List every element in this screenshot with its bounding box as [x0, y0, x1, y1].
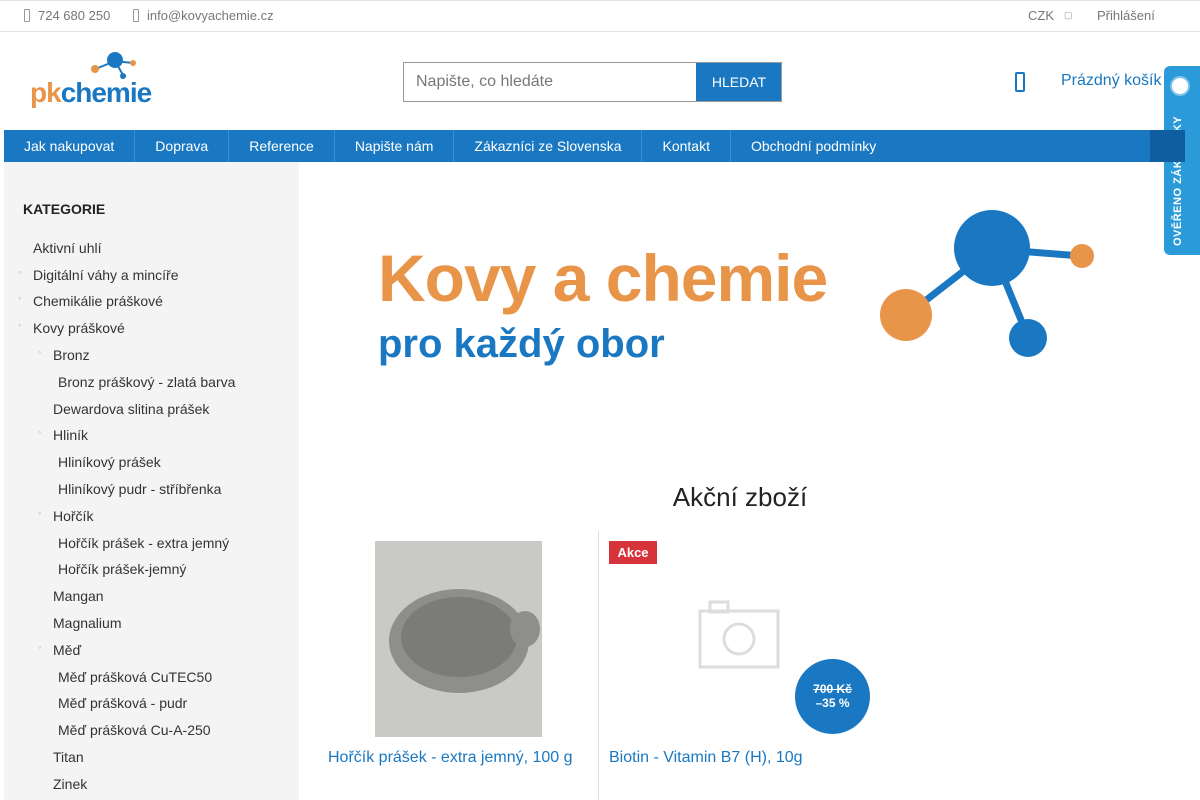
sidebar-item-med[interactable]: ◦ Měď [38, 642, 81, 658]
banner-headline: Kovy a chemie [378, 241, 828, 315]
camera-placeholder-icon[interactable] [698, 599, 780, 669]
sidebar-item-zinek[interactable]: Zinek [53, 776, 87, 792]
sidebar-item-chemikalie[interactable]: ◦ Chemikálie práškové [18, 293, 163, 309]
discount-percent: –35 % [815, 696, 850, 710]
sidebar-item-horcik[interactable]: ◦ Hořčík [38, 508, 93, 524]
sidebar-item-aktivni-uhli[interactable]: Aktivní uhlí [33, 240, 101, 256]
login-link[interactable]: Přihlášení [1097, 8, 1155, 23]
sidebar-item-med-cu-a-250[interactable]: Měď prášková Cu-A-250 [58, 722, 211, 738]
search-bar: HLEDAT [403, 62, 782, 102]
sidebar-item-dewardova[interactable]: Dewardova slitina prášek [53, 401, 209, 417]
sidebar-item-med-cutec50[interactable]: Měď prášková CuTEC50 [58, 669, 212, 685]
currency-selector[interactable]: CZK ▢ [1028, 8, 1073, 23]
nav-item-zakaznici-ze-slovenska[interactable]: Zákazníci ze Slovenska [454, 130, 643, 162]
hero-banner[interactable]: Kovy a chemie pro každý obor [300, 162, 1164, 422]
sidebar-item-bronz-praskovy[interactable]: Bronz práškový - zlatá barva [58, 374, 235, 390]
chevron-down-icon: ▢ [1064, 10, 1073, 20]
nav-item-kontakt[interactable]: Kontakt [642, 130, 731, 162]
category-sidebar: KATEGORIE Aktivní uhlí ◦ Digitální váhy a… [4, 162, 299, 800]
sidebar-item-hlinikovy-pudr[interactable]: Hliníkový pudr - stříbřenka [58, 481, 221, 497]
molecule-graphic-icon [880, 210, 1094, 357]
verified-seal-icon [1170, 76, 1190, 96]
cart-link[interactable]: Prázdný košík [1061, 72, 1161, 90]
bullet-icon: ◦ [38, 427, 42, 437]
nav-item-jak-nakupovat[interactable]: Jak nakupovat [4, 130, 136, 162]
search-button[interactable]: HLEDAT [696, 63, 781, 101]
email-contact[interactable]: info@kovyachemie.cz [133, 8, 274, 23]
nav-item-doprava[interactable]: Doprava [135, 130, 230, 162]
sidebar-item-hlinik[interactable]: ◦ Hliník [38, 427, 88, 443]
logo-wordmark: pkchemie [30, 77, 152, 108]
bullet-icon: ◦ [38, 508, 42, 518]
sidebar-item-kovy-praskove[interactable]: ◦ Kovy práškové [18, 320, 125, 336]
product-image[interactable] [375, 541, 542, 737]
bullet-icon: ◦ [38, 642, 42, 652]
main-nav: Jak nakupovat Doprava Reference Napište … [4, 130, 1185, 162]
product-divider [598, 531, 599, 800]
old-price: 700 Kč [813, 682, 852, 696]
sidebar-item-titan[interactable]: Titan [53, 749, 84, 765]
bullet-icon: ◦ [38, 347, 42, 357]
banner-subheadline: pro každý obor [378, 322, 665, 366]
powder-photo-icon [375, 541, 542, 737]
sidebar-title: KATEGORIE [23, 201, 106, 217]
nav-item-napiste-nam[interactable]: Napište nám [335, 130, 455, 162]
sidebar-item-bronz[interactable]: ◦ Bronz [38, 347, 90, 363]
top-bar: 724 680 250 info@kovyachemie.cz CZK ▢ Př… [0, 0, 1200, 32]
nav-more-button[interactable] [1150, 130, 1185, 162]
nav-item-obchodni-podminky[interactable]: Obchodní podmínky [731, 130, 896, 162]
bullet-icon: ◦ [18, 293, 22, 303]
search-input[interactable] [404, 63, 696, 101]
bullet-icon: ◦ [18, 320, 22, 330]
email-address[interactable]: info@kovyachemie.cz [147, 8, 274, 23]
sidebar-item-digitalni-vahy[interactable]: ◦ Digitální váhy a mincíře [18, 267, 179, 283]
currency-label: CZK [1028, 8, 1054, 23]
sidebar-item-magnalium[interactable]: Magnalium [53, 615, 121, 631]
sale-badge: Akce [609, 541, 657, 564]
phone-number[interactable]: 724 680 250 [38, 8, 110, 23]
sidebar-item-med-pudr[interactable]: Měď prášková - pudr [58, 695, 187, 711]
section-title: Akční zboží [672, 482, 808, 512]
discount-badge: 700 Kč –35 % [795, 659, 870, 734]
email-icon [133, 9, 139, 22]
phone-icon [24, 9, 30, 22]
sidebar-item-hlinikovy-prasek[interactable]: Hliníkový prášek [58, 454, 161, 470]
nav-item-reference[interactable]: Reference [229, 130, 335, 162]
product-name-link[interactable]: Biotin - Vitamin B7 (H), 10g [609, 749, 803, 767]
sidebar-item-horcik-jemny[interactable]: Hořčík prášek-jemný [58, 561, 186, 577]
bullet-icon: ◦ [18, 267, 22, 277]
phone-contact[interactable]: 724 680 250 [24, 8, 110, 23]
cart-icon[interactable] [1015, 72, 1025, 92]
sidebar-item-mangan[interactable]: Mangan [53, 588, 104, 604]
sidebar-item-horcik-extra-jemny[interactable]: Hořčík prášek - extra jemný [58, 535, 229, 551]
product-name-link[interactable]: Hořčík prášek - extra jemný, 100 g [328, 749, 573, 767]
